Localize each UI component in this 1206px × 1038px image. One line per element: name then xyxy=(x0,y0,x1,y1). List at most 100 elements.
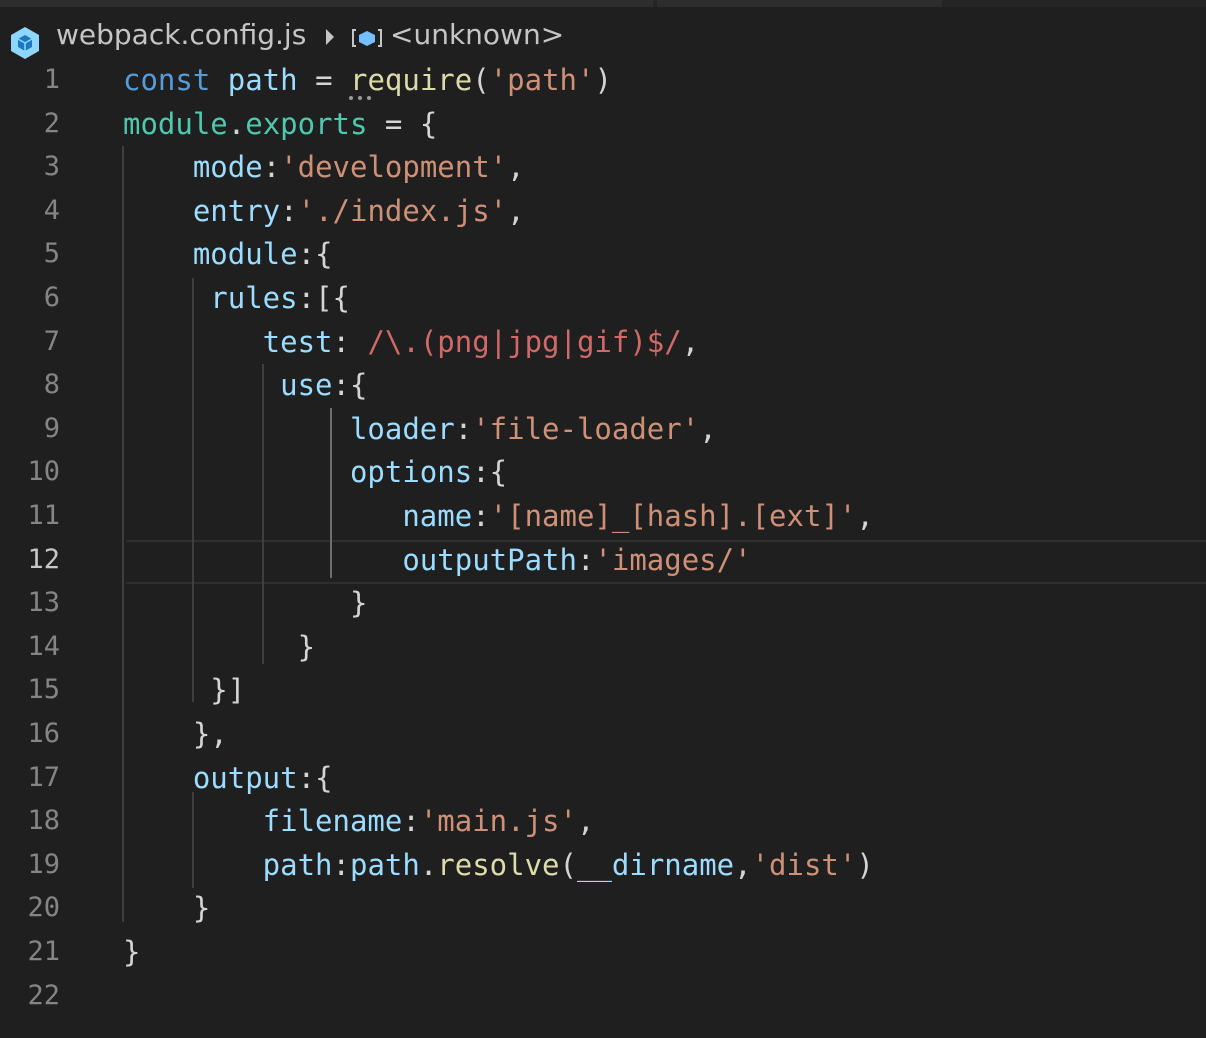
code-token: :{ xyxy=(297,760,333,795)
code-token: : xyxy=(402,804,420,839)
line-number: 9 xyxy=(43,412,60,444)
code-text: }] xyxy=(123,668,245,712)
code-text: path:path.resolve(__dirname,'dist') xyxy=(123,843,874,887)
code-token: }, xyxy=(123,717,228,751)
code-token: mode xyxy=(123,150,263,185)
code-line[interactable]: 19 path:path.resolve(__dirname,'dist') xyxy=(0,843,1206,887)
code-token: : xyxy=(472,499,490,533)
code-line[interactable]: 2 module.exports = { xyxy=(0,102,1206,146)
webpack-cube-icon xyxy=(11,27,39,59)
code-token: 'development' xyxy=(280,150,508,185)
code-token: }] xyxy=(123,673,246,708)
line-number: 5 xyxy=(43,238,60,270)
code-line[interactable]: 22 xyxy=(0,974,1206,1018)
code-text: use:{ xyxy=(123,363,367,407)
tab-strip-remnant xyxy=(0,0,1206,7)
code-token: exports xyxy=(245,106,368,141)
code-line[interactable]: 1 const path = require('path') xyxy=(0,58,1206,102)
code-token: const xyxy=(123,63,228,97)
code-line[interactable]: 8 use:{ xyxy=(0,363,1206,407)
code-token: 'main.js' xyxy=(419,804,577,839)
line-number: 19 xyxy=(27,848,60,880)
code-line[interactable]: 17 output:{ xyxy=(0,756,1206,800)
editor-area[interactable]: 1 const path = require('path') 2 module.exp… xyxy=(0,58,1206,1038)
code-token: : xyxy=(332,324,368,359)
code-token: 'file-loader' xyxy=(472,411,700,446)
code-line[interactable]: 10 options:{ xyxy=(0,450,1206,494)
code-text: mode:'development', xyxy=(123,145,525,189)
symbol-namespace-icon xyxy=(352,29,382,47)
code-token: module xyxy=(123,237,298,272)
code-token: } xyxy=(123,629,316,664)
line-number: 13 xyxy=(27,587,60,619)
line-number: 17 xyxy=(27,761,60,793)
code-token: } xyxy=(123,586,368,621)
breadcrumb-symbol[interactable]: <unknown> xyxy=(390,18,564,51)
code-line[interactable]: 16 }, xyxy=(0,712,1206,756)
code-text: options:{ xyxy=(123,450,507,494)
code-token: } xyxy=(123,891,211,926)
code-line[interactable]: 6 rules:[{ xyxy=(0,276,1206,320)
code-line[interactable]: 21} xyxy=(0,930,1206,974)
line-number: 1 xyxy=(43,64,60,95)
code-token: path xyxy=(123,847,333,882)
code-token: , xyxy=(699,411,717,446)
code-line[interactable]: 13 } xyxy=(0,581,1206,625)
code-token: :{ xyxy=(297,237,333,272)
tab-remnant[interactable] xyxy=(0,0,653,7)
line-number: 6 xyxy=(43,282,60,313)
line-number: 7 xyxy=(43,325,60,357)
code-text: } xyxy=(123,581,367,625)
code-token: = xyxy=(297,63,350,97)
code-token: . xyxy=(419,847,438,882)
code-token: , xyxy=(856,499,874,533)
code-line[interactable]: 5 module:{ xyxy=(0,232,1206,276)
code-line[interactable]: 4 entry:'./index.js', xyxy=(0,189,1206,233)
code-line[interactable]: 3 mode:'development', xyxy=(0,145,1206,189)
code-line[interactable]: 12 outputPath:'images/' xyxy=(0,538,1206,582)
code-token: /\.(png|jpg|gif)$/ xyxy=(367,324,682,359)
code-token: } xyxy=(123,935,141,969)
suggestion-dots xyxy=(349,96,371,100)
code-token: , xyxy=(734,847,752,882)
line-number: 20 xyxy=(27,892,60,924)
code-token: : xyxy=(280,193,298,228)
line-number: 16 xyxy=(27,718,60,749)
line-number: 18 xyxy=(27,805,60,837)
line-number: 2 xyxy=(43,107,60,139)
code-token: : xyxy=(332,847,350,882)
code-token: resolve xyxy=(437,847,560,882)
tab-remnant[interactable] xyxy=(657,0,942,7)
code-text: name:'[name]_[hash].[ext]', xyxy=(123,494,874,538)
code-token: options xyxy=(123,455,473,490)
code-token: '[name]_[hash].[ext]' xyxy=(489,499,857,533)
code-token: 'path' xyxy=(489,63,595,97)
code-token: ) xyxy=(594,63,612,97)
code-line[interactable]: 15 }] xyxy=(0,668,1206,712)
code-editor-window: webpack.config.js <unknown> 1 const path … xyxy=(0,0,1206,1038)
line-number: 21 xyxy=(27,936,60,967)
code-token: filename xyxy=(123,804,403,839)
code-token: path xyxy=(227,63,298,97)
line-number: 8 xyxy=(43,369,60,401)
code-text: rules:[{ xyxy=(123,276,350,320)
code-text: entry:'./index.js', xyxy=(123,189,525,233)
code-text: } xyxy=(123,625,315,669)
code-line[interactable]: 9 loader:'file-loader', xyxy=(0,407,1206,451)
code-line[interactable]: 20 } xyxy=(0,886,1206,930)
line-number: 15 xyxy=(27,674,60,706)
chevron-right-icon xyxy=(326,29,334,45)
code-line[interactable]: 14 } xyxy=(0,625,1206,669)
breadcrumb-file[interactable]: webpack.config.js xyxy=(56,18,306,51)
code-text: } xyxy=(123,930,140,974)
code-line[interactable]: 11 name:'[name]_[hash].[ext]', xyxy=(0,494,1206,538)
code-token: :{ xyxy=(472,455,508,490)
code-token: require xyxy=(350,63,473,97)
code-text: output:{ xyxy=(123,756,333,800)
line-number: 12 xyxy=(27,543,60,575)
code-token: __dirname xyxy=(576,847,735,882)
code-token: rules xyxy=(123,281,298,315)
code-line[interactable]: 7 test: /\.(png|jpg|gif)$/, xyxy=(0,320,1206,364)
code-line[interactable]: 18 filename:'main.js', xyxy=(0,799,1206,843)
code-token: : xyxy=(262,150,281,185)
